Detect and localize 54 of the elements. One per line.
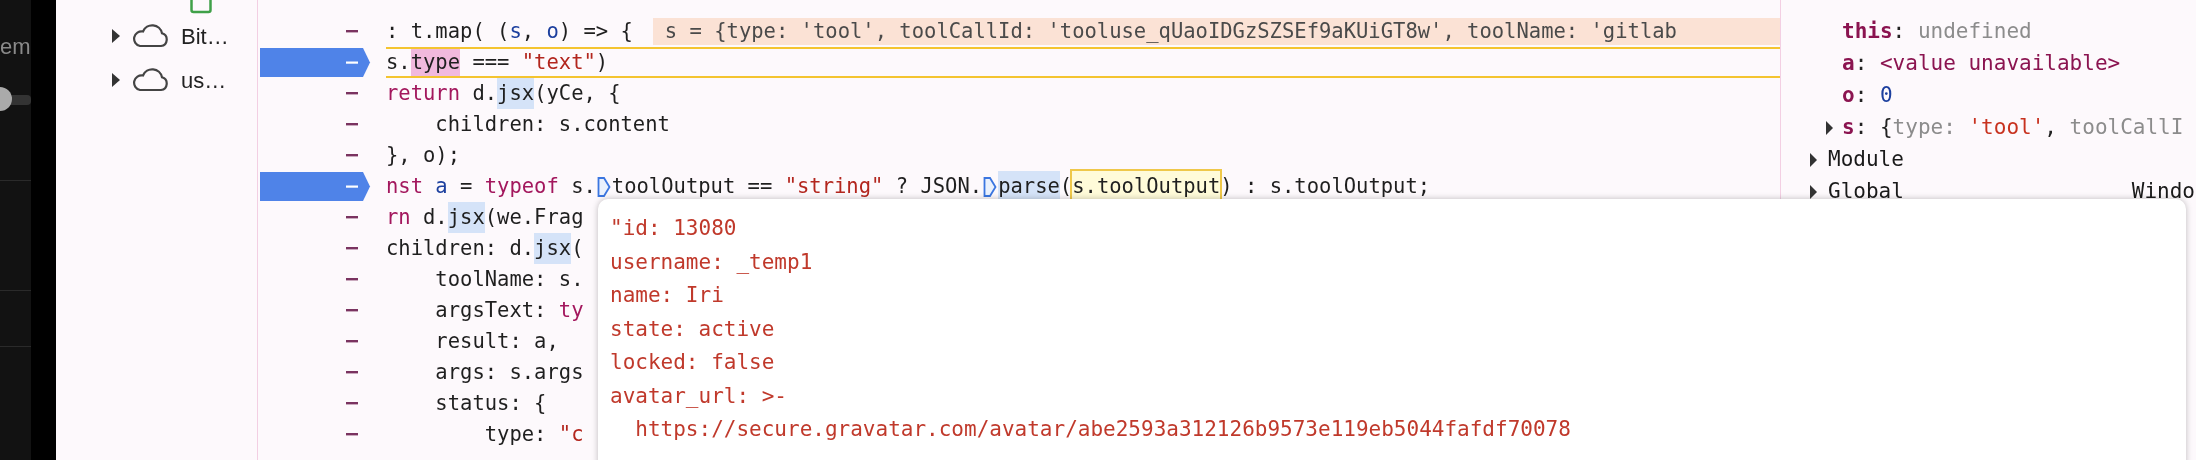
tooltip-line: locked: false	[610, 349, 776, 376]
tree-item-label[interactable]: Bit…	[181, 19, 229, 53]
line-dash-icon[interactable]	[346, 92, 358, 95]
code-line: return d.jsx(yCe, {	[386, 80, 621, 107]
cloud-icon	[131, 68, 169, 92]
line-dash-icon[interactable]	[346, 402, 358, 405]
checkbox-icon[interactable]	[190, 0, 212, 14]
code-line: status: {	[434, 390, 547, 417]
scope-value: Windo	[2131, 178, 2195, 206]
line-dash-icon[interactable]	[346, 371, 358, 374]
line-dash-icon[interactable]	[346, 123, 358, 126]
scope-property: o: 0	[1842, 82, 1893, 110]
expand-arrow-icon[interactable]	[111, 28, 121, 44]
code-line: result: a,	[434, 328, 559, 355]
code-line: type: "c	[483, 421, 584, 448]
scope-property: a: <value unavailable>	[1842, 50, 2121, 78]
code-line: children: s.content	[434, 111, 670, 138]
scope-section[interactable]: Module	[1828, 144, 1904, 176]
expand-arrow-icon[interactable]	[111, 72, 121, 88]
toggle-switch[interactable]	[0, 87, 31, 111]
expand-arrow-icon[interactable]	[1809, 152, 1818, 168]
code-line: toolName: s.	[434, 266, 584, 293]
tooltip-line: https://secure.gravatar.com/avatar/abe2593a312126b9573e119eb5044fafdf70078	[634, 416, 1572, 443]
scope-property: this: undefined	[1842, 18, 2032, 46]
tooltip-line: avatar_url: >-	[610, 382, 788, 410]
code-line: s.type === "text")	[386, 49, 609, 76]
scope-property: s: {type: 'tool', toolCallI	[1842, 114, 2184, 142]
line-dash-icon[interactable]	[346, 247, 358, 250]
tooltip-line: name: Iri	[610, 282, 725, 309]
line-dash-icon[interactable]	[346, 340, 358, 343]
code-line: rn d.jsx(we.Frag	[386, 204, 584, 231]
breakpoint-marker[interactable]	[260, 48, 371, 77]
cloud-icon	[131, 24, 169, 48]
line-dash-icon[interactable]	[346, 309, 358, 312]
code-line: }, o);	[386, 142, 461, 169]
expand-arrow-icon[interactable]	[1825, 120, 1834, 136]
code-line: children: d.jsx(	[386, 235, 584, 262]
line-dash-icon[interactable]	[346, 278, 358, 281]
code-line: argsText: ty	[434, 297, 584, 324]
tooltip-line: username: _temp1	[610, 248, 814, 276]
line-dash-icon[interactable]	[346, 30, 358, 33]
inline-value: s = {type: 'tool', toolCallId: 'tooluse_qUaoIDGzSZSEf9aKUiGT8w', toolName: 'gitlab	[652, 18, 1780, 45]
breakpoint-marker[interactable]	[260, 172, 371, 201]
expand-arrow-icon[interactable]	[1809, 184, 1818, 200]
tooltip-line: state: active	[610, 315, 776, 343]
tooltip-line: "id: 13080	[610, 215, 738, 242]
code-line: args: s.args	[434, 359, 584, 386]
line-dash-icon[interactable]	[346, 433, 358, 436]
inline-breakpoint-icon[interactable]	[596, 175, 611, 198]
sidebar-label: em	[0, 33, 31, 61]
line-dash-icon[interactable]	[346, 216, 358, 219]
tree-item-label[interactable]: us…	[181, 63, 227, 97]
line-dash-icon[interactable]	[346, 154, 358, 157]
code-line: : t.map( (s, o) => {	[386, 18, 633, 45]
